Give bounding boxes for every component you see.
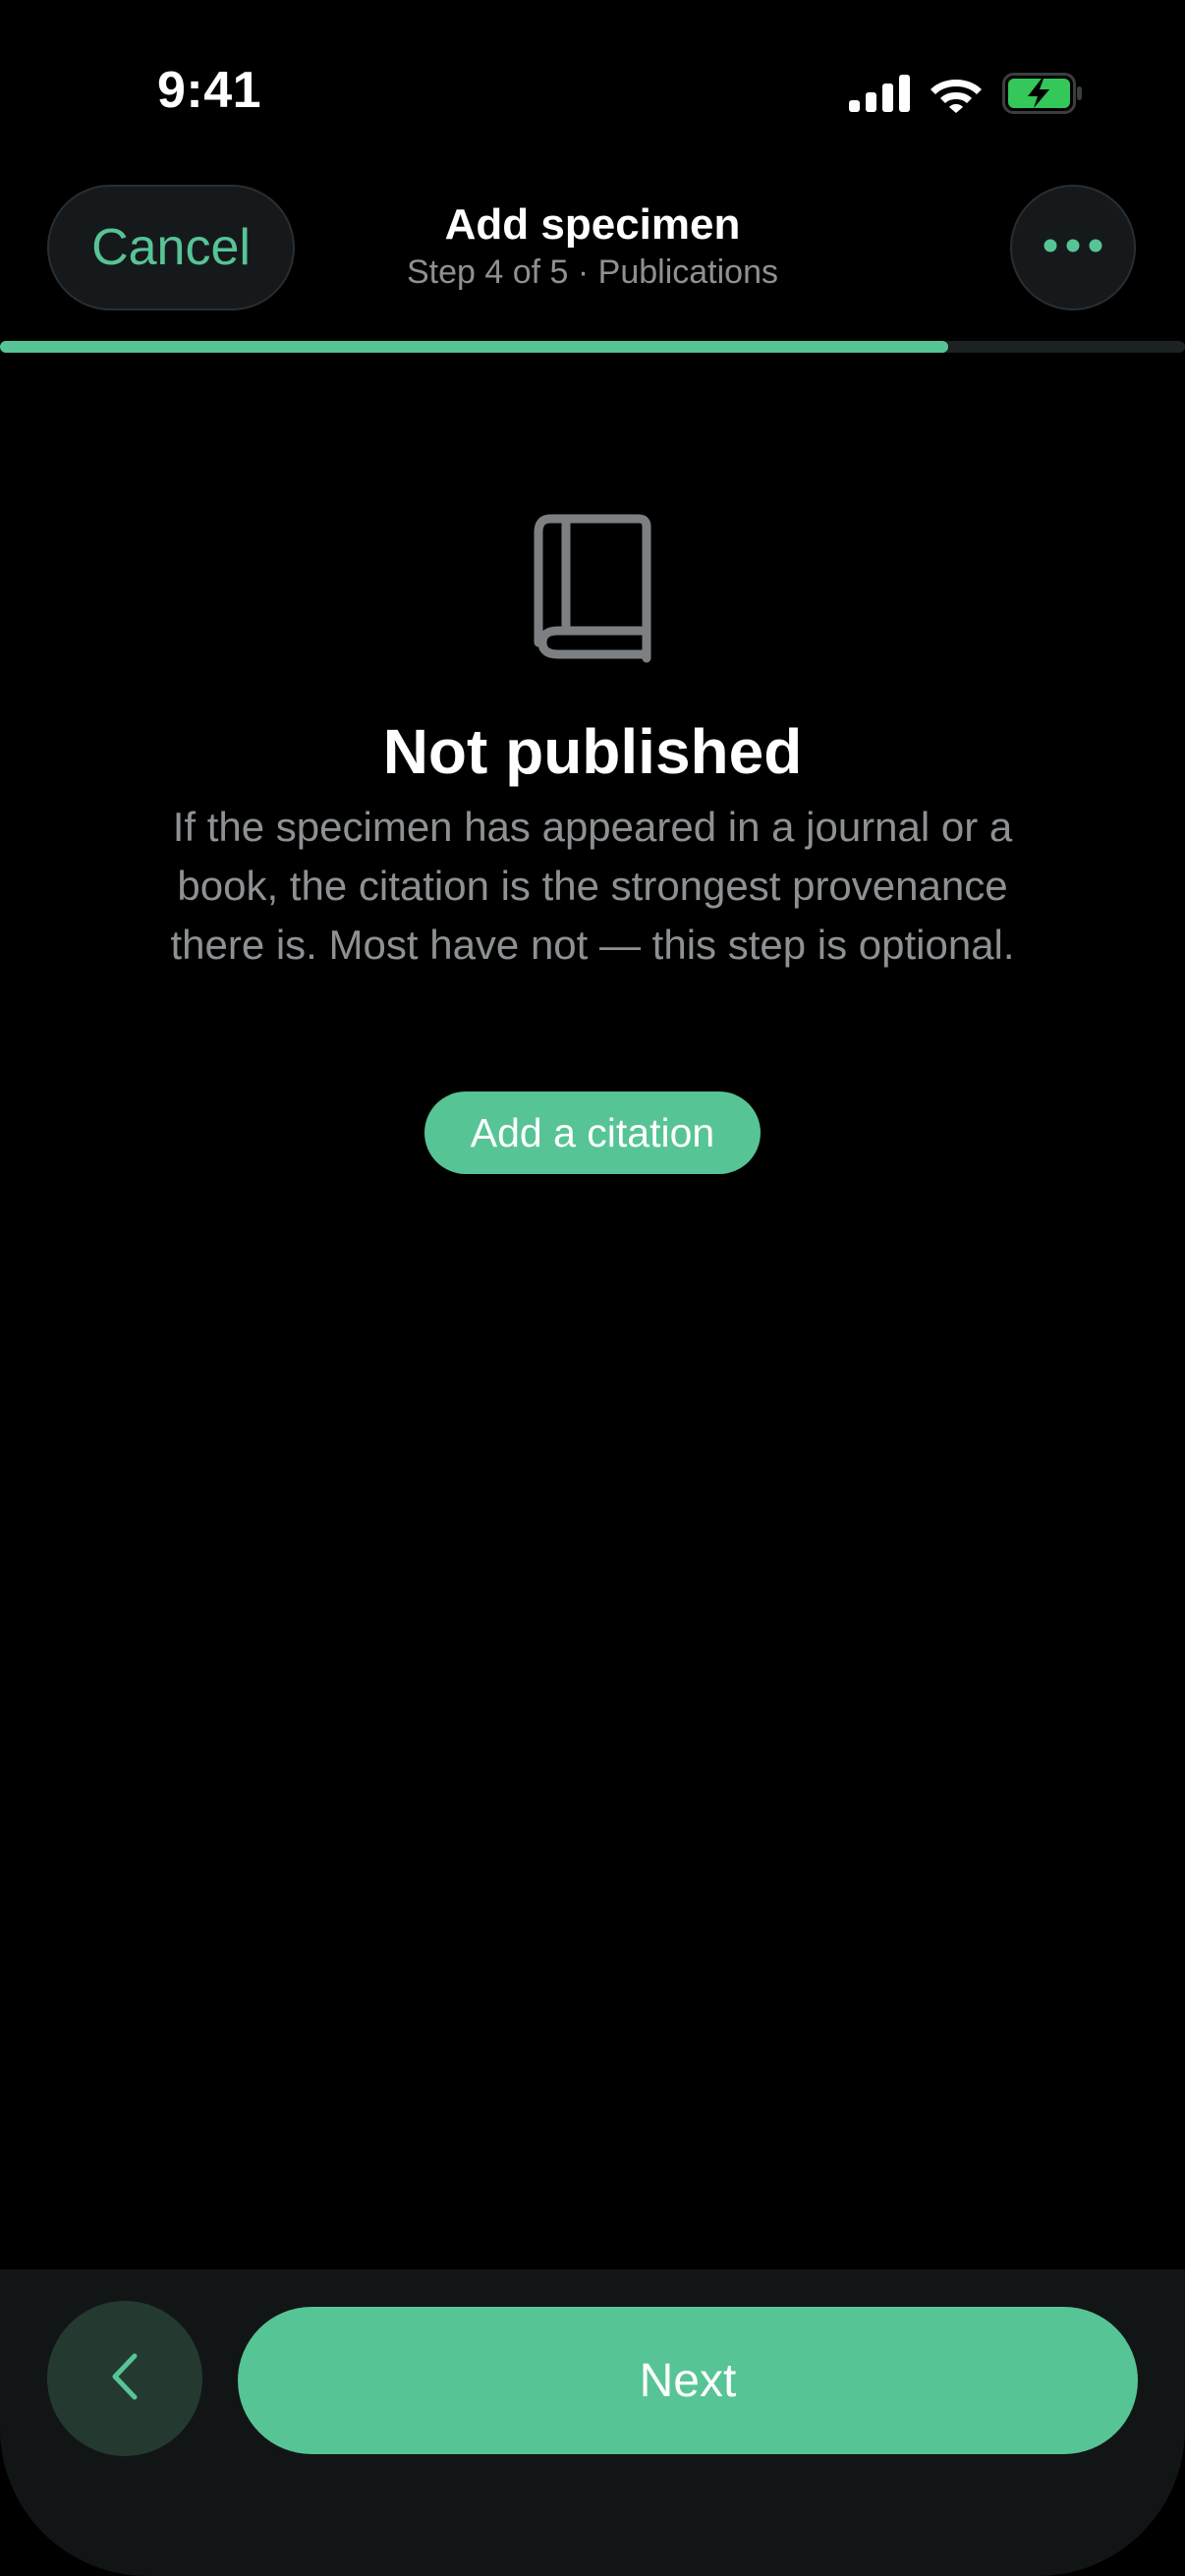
page-title: Add specimen bbox=[444, 200, 741, 249]
empty-state-description: If the specimen has appeared in a journa… bbox=[170, 804, 1015, 968]
next-button[interactable]: Next bbox=[238, 2307, 1138, 2454]
header: Cancel Add specimen Step 4 of 5 · Public… bbox=[0, 181, 1185, 314]
more-button[interactable] bbox=[1010, 185, 1136, 310]
cellular-signal-icon bbox=[849, 74, 910, 117]
book-icon bbox=[529, 511, 656, 664]
chevron-left-icon bbox=[110, 2352, 140, 2406]
status-time: 9:41 bbox=[157, 62, 262, 119]
battery-charging-icon bbox=[1002, 72, 1083, 119]
status-bar: 9:41 bbox=[0, 0, 1185, 177]
empty-state-title: Not published bbox=[382, 716, 803, 787]
progress-bar bbox=[0, 341, 1185, 353]
add-citation-button[interactable]: Add a citation bbox=[424, 1092, 761, 1174]
wifi-icon bbox=[930, 74, 983, 118]
status-icons bbox=[849, 72, 1083, 119]
step-subtitle: Step 4 of 5 · Publications bbox=[406, 253, 778, 291]
more-dots-icon bbox=[1044, 239, 1102, 257]
bottom-action-bar: Next bbox=[0, 2269, 1185, 2576]
progress-fill bbox=[0, 341, 948, 353]
back-button[interactable] bbox=[47, 2301, 202, 2456]
